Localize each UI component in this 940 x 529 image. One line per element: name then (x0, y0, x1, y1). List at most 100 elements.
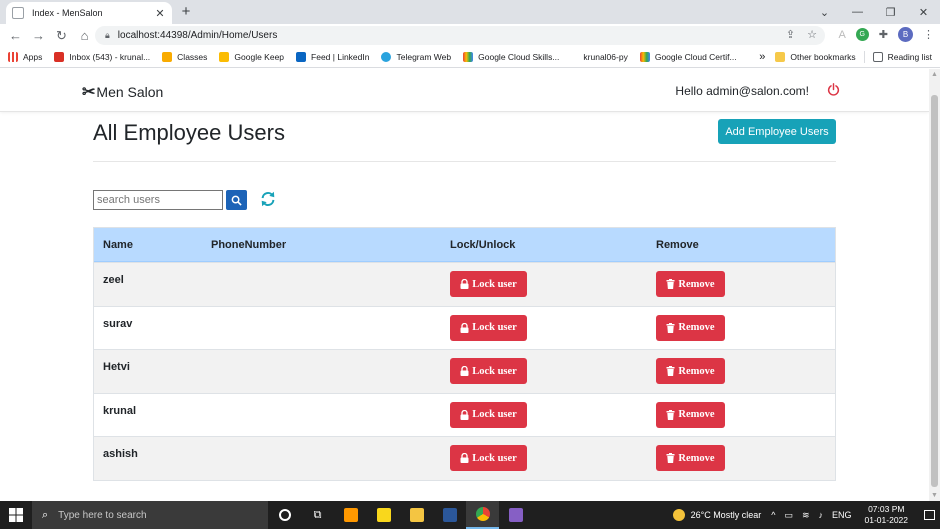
bookmark-item[interactable]: Apps (8, 52, 42, 62)
task-view-icon[interactable]: ⧉ (301, 501, 334, 529)
lock-user-button[interactable]: Lock user (450, 358, 527, 384)
browser-tab-strip: Index - MenSalon ✕ + ⌄ — ❐ ✕ (0, 0, 940, 24)
system-clock[interactable]: 07:03 PM 01-01-2022 (865, 504, 908, 526)
page-title: All Employee Users (93, 120, 285, 145)
share-icon[interactable]: ⇪ (786, 28, 795, 41)
bookmark-label: Google Cloud Certif... (654, 52, 737, 62)
bookmarks-overflow-button[interactable]: » (759, 51, 765, 63)
scroll-down-icon[interactable]: ▼ (931, 492, 938, 499)
clock-time: 07:03 PM (868, 504, 905, 514)
bookmark-label: krunal06-py (583, 52, 628, 62)
bookmark-item[interactable]: Feed | LinkedIn (296, 52, 369, 62)
windows-start-button[interactable] (0, 501, 32, 529)
home-icon[interactable]: ⌂ (73, 28, 96, 43)
remove-user-button[interactable]: Remove (656, 445, 725, 471)
tray-chevron-icon[interactable]: ^ (771, 510, 775, 520)
refresh-icon[interactable] (259, 190, 277, 208)
bookmark-label: Feed | LinkedIn (311, 52, 370, 62)
bookmark-label: Inbox (543) - krunal... (69, 52, 151, 62)
column-header-lock: Lock/Unlock (450, 239, 516, 251)
remove-user-label: Remove (678, 365, 715, 377)
close-tab-icon[interactable]: ✕ (154, 7, 166, 20)
scrollbar-thumb[interactable] (931, 95, 938, 487)
lock-user-button[interactable]: Lock user (450, 445, 527, 471)
lock-icon (460, 366, 469, 376)
employee-users-table: Name PhoneNumber Lock/Unlock Remove zeel… (93, 227, 836, 481)
remove-user-label: Remove (678, 322, 715, 333)
user-greeting[interactable]: Hello admin@salon.com! (675, 84, 809, 98)
remove-user-button[interactable]: Remove (656, 358, 725, 384)
reader-icon[interactable]: A (838, 29, 845, 41)
search-users-input[interactable] (93, 190, 223, 210)
extension-grammarly-icon[interactable]: G (855, 28, 869, 41)
windows-logo-icon (9, 508, 23, 522)
minimize-icon[interactable]: — (841, 0, 874, 24)
battery-icon[interactable]: ▭ (784, 510, 793, 521)
bookmark-star-icon[interactable]: ☆ (807, 28, 817, 41)
bookmark-item[interactable]: Classes (162, 52, 207, 62)
word-app-icon (442, 508, 457, 522)
sticky-notes-icon[interactable] (367, 501, 400, 529)
browser-tab[interactable]: Index - MenSalon ✕ (6, 2, 172, 24)
word-icon[interactable] (433, 501, 466, 529)
bookmark-item[interactable]: Google Cloud Certif... (639, 52, 737, 62)
visual-studio-icon[interactable] (499, 501, 532, 529)
remove-user-button[interactable]: Remove (656, 314, 725, 341)
lock-user-button[interactable]: Lock user (450, 401, 527, 428)
forward-icon[interactable]: → (27, 28, 50, 43)
reading-list-icon (872, 52, 883, 62)
lock-icon[interactable]: 🔒︎ (105, 30, 110, 41)
chrome-icon[interactable] (466, 501, 499, 529)
language-indicator[interactable]: ENG (832, 510, 852, 520)
scissors-icon: ✂︎ (82, 84, 96, 101)
other-bookmarks-folder[interactable]: Other bookmarks (775, 52, 856, 62)
search-icon (231, 195, 242, 206)
brand-link[interactable]: ✂︎ Men Salon (82, 82, 163, 102)
back-icon[interactable]: ← (4, 28, 27, 43)
browser-toolbar: ← → ↻ ⌂ 🔒︎ localhost:44398/Admin/Home/Us… (0, 24, 940, 47)
tab-search-icon[interactable]: ⌄ (808, 0, 841, 24)
restore-icon[interactable]: ❐ (874, 0, 907, 24)
page-scrollbar[interactable]: ▲ ▼ (929, 69, 940, 501)
linkedin-icon (296, 52, 307, 62)
bookmark-item[interactable]: krunal06-py (571, 52, 627, 62)
chrome-app-icon (475, 507, 490, 521)
trash-icon (666, 409, 675, 420)
folder-icon (775, 52, 786, 62)
add-employee-users-button[interactable]: Add Employee Users (718, 119, 836, 144)
profile-avatar[interactable]: B (898, 27, 913, 42)
bookmark-item[interactable]: Google Cloud Skills... (463, 52, 559, 62)
logout-power-icon[interactable] (827, 83, 840, 96)
reload-icon[interactable]: ↻ (50, 28, 73, 44)
bookmark-item[interactable]: Telegram Web (381, 52, 451, 62)
bookmark-item[interactable]: Google Keep (219, 52, 284, 62)
table-header-row: Name PhoneNumber Lock/Unlock Remove (94, 228, 835, 262)
lock-user-button[interactable]: Lock user (450, 271, 527, 297)
reading-list-button[interactable]: Reading list (872, 52, 932, 62)
lock-icon (460, 453, 469, 463)
close-window-icon[interactable]: ✕ (907, 0, 940, 24)
weather-widget[interactable]: 26°C Mostly clear (672, 509, 761, 521)
extensions-puzzle-icon[interactable]: ✚ (879, 28, 888, 41)
scroll-up-icon[interactable]: ▲ (931, 71, 938, 78)
browser-menu-icon[interactable]: ⋮ (923, 28, 934, 41)
taskbar-search-box[interactable]: ⌕ Type here to search (32, 501, 268, 529)
table-row: zeel Lock user Remove (94, 262, 835, 306)
app-navbar: ✂︎ Men Salon Hello admin@salon.com! (0, 69, 929, 112)
search-button[interactable] (226, 190, 247, 210)
lock-user-button[interactable]: Lock user (450, 314, 527, 341)
wifi-icon[interactable]: ≋ (802, 510, 810, 521)
address-bar[interactable]: 🔒︎ localhost:44398/Admin/Home/Users ⇪ ☆ (95, 26, 825, 45)
sublime-text-icon[interactable] (334, 501, 367, 529)
volume-icon[interactable]: ♪ (819, 510, 824, 520)
new-tab-icon[interactable]: + (178, 3, 194, 20)
remove-user-button[interactable]: Remove (656, 401, 725, 428)
bookmark-label: Google Keep (234, 52, 285, 62)
divider (863, 51, 865, 63)
notifications-icon[interactable] (918, 501, 940, 529)
bookmark-item[interactable]: Inbox (543) - krunal... (54, 52, 150, 62)
file-explorer-icon[interactable] (400, 501, 433, 529)
cortana-icon[interactable] (268, 501, 301, 529)
lock-icon (460, 279, 469, 289)
remove-user-button[interactable]: Remove (656, 271, 725, 297)
